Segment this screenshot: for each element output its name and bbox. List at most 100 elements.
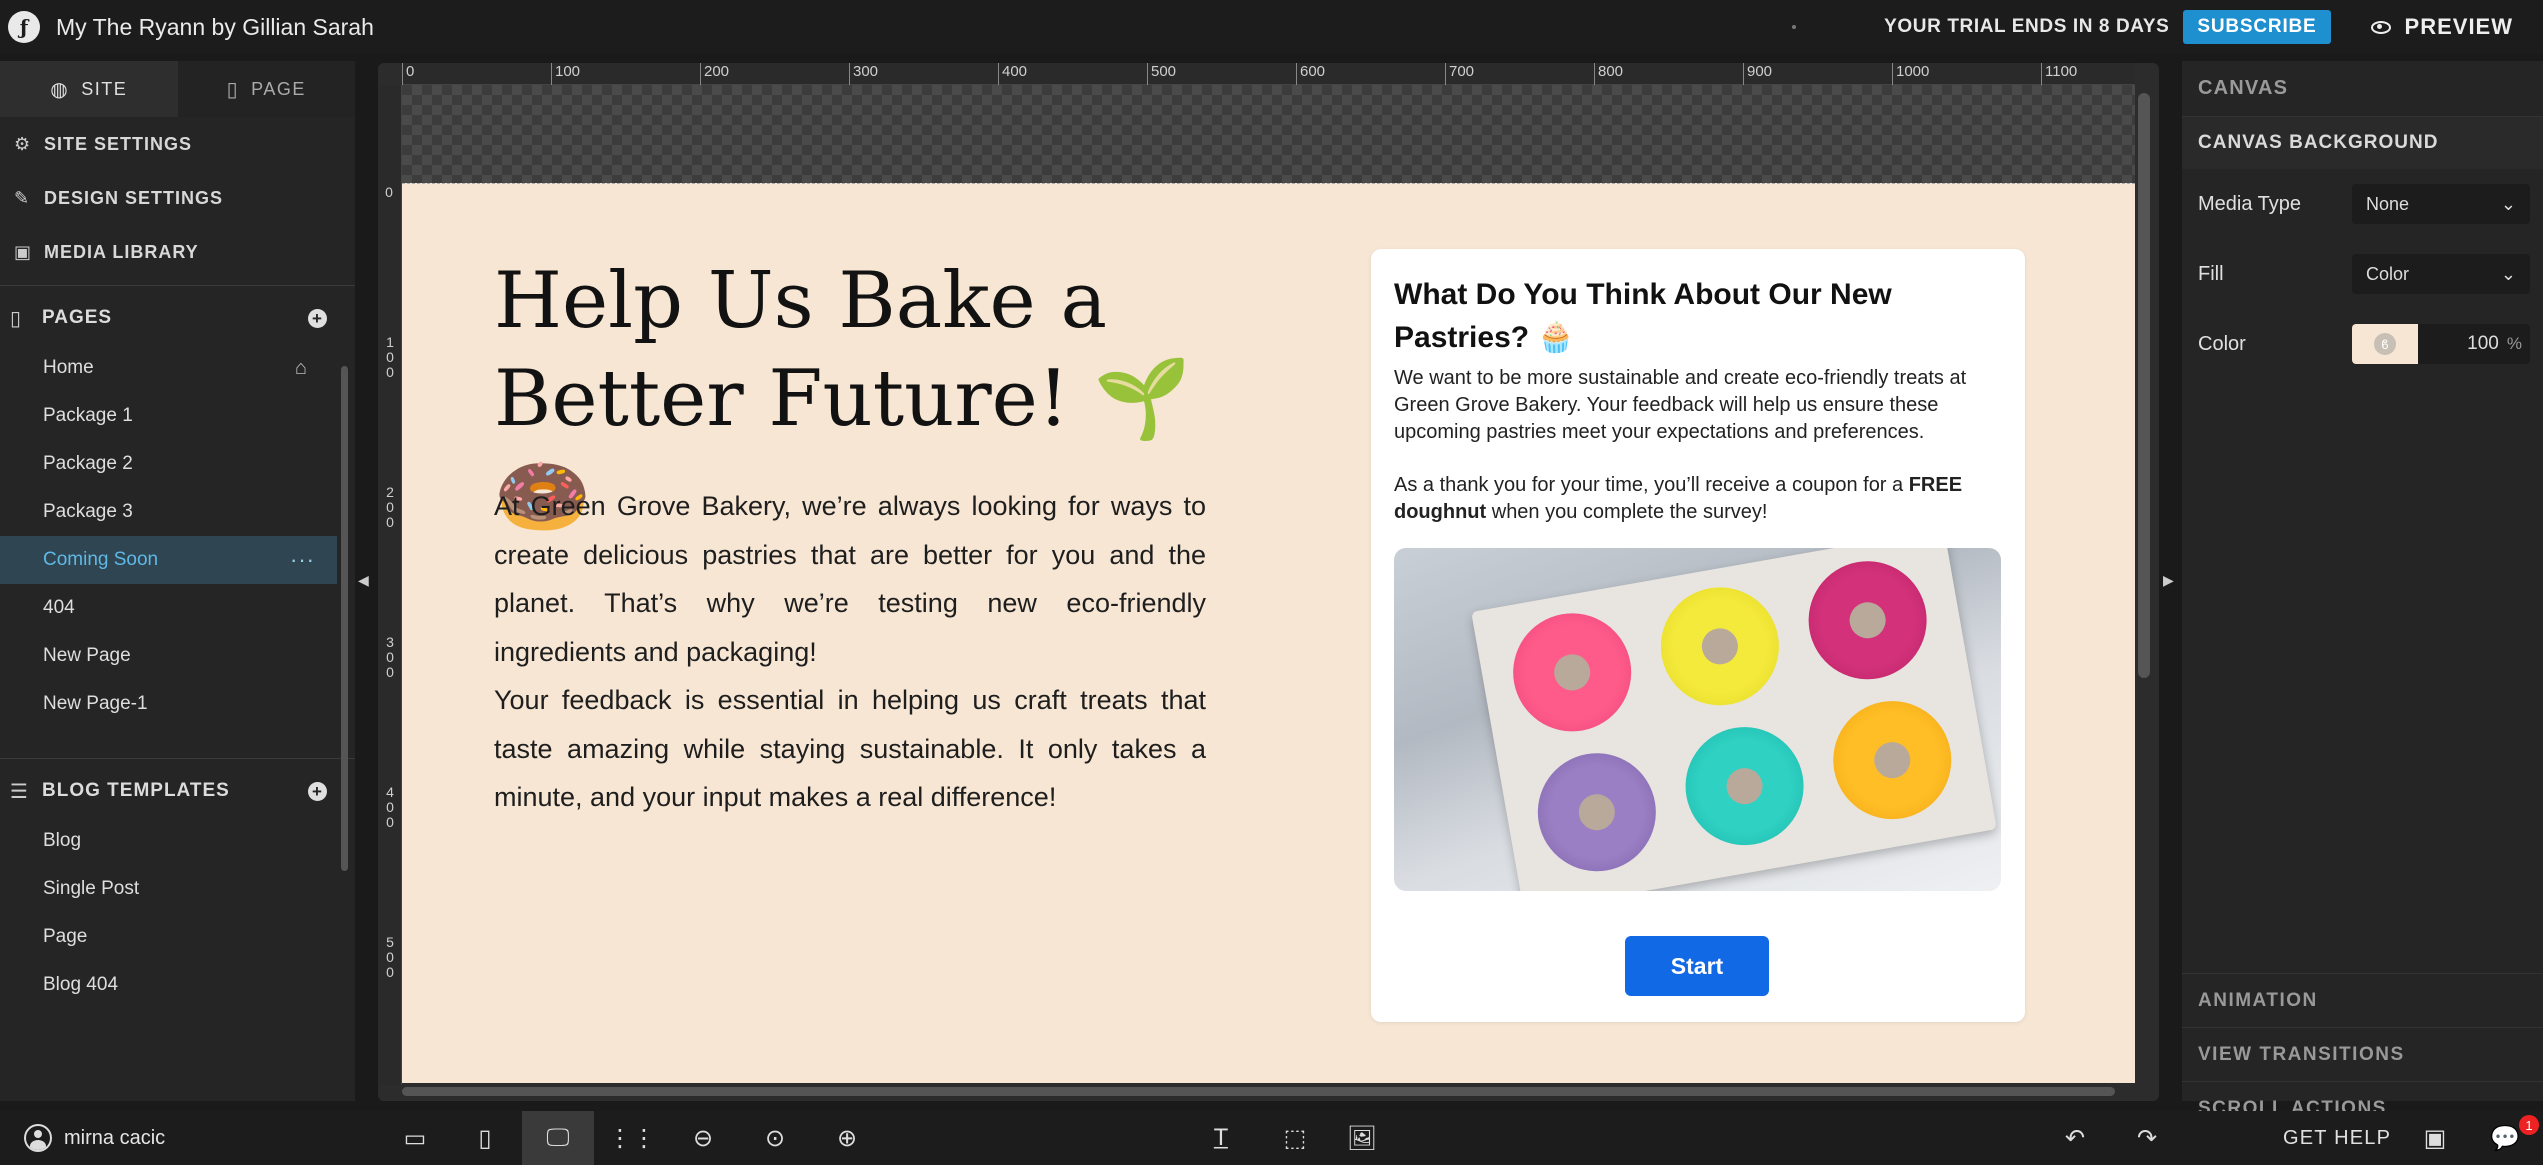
notification-badge: 1 — [2519, 1115, 2539, 1135]
sidebar-item-coming-soon[interactable]: Coming Soon ··· — [0, 536, 337, 584]
user-profile[interactable]: mirna cacic — [24, 1124, 165, 1152]
tab-page[interactable]: ▯ PAGE — [177, 61, 355, 117]
media-library-link[interactable]: ▣ MEDIA LIBRARY — [0, 225, 355, 279]
sidebar-item-blog-404[interactable]: Blog 404 — [0, 961, 355, 1009]
preview-button[interactable]: PREVIEW — [2370, 14, 2513, 40]
site-settings-link[interactable]: ⚙ SITE SETTINGS — [0, 117, 355, 171]
hero-paragraph-1: At Green Grove Bakery, we’re always look… — [494, 491, 1206, 667]
sidebar-item-blog[interactable]: Blog — [0, 817, 355, 865]
redo-icon[interactable]: ↷ — [2132, 1111, 2162, 1165]
undo-icon[interactable]: ↶ — [2060, 1111, 2090, 1165]
fill-select[interactable]: Color ⌄ — [2352, 254, 2530, 294]
color-swatch[interactable]: ϐ — [2352, 324, 2418, 364]
ruler-tick: 1100 — [2041, 63, 2077, 85]
sidebar-item-404[interactable]: 404 — [0, 584, 355, 632]
transparent-area — [402, 85, 2135, 183]
page-section[interactable]: Help Us Bake a Better Future! 🌱 🍩 At Gre… — [402, 183, 2135, 1083]
mobile-view-icon[interactable]: ▯ — [470, 1111, 500, 1165]
design-settings-label: DESIGN SETTINGS — [44, 187, 224, 208]
ruler-tick: 400 — [998, 63, 1027, 85]
help-docs-icon[interactable]: ▣ — [2420, 1111, 2450, 1165]
zoom-out-icon[interactable]: ⊖ — [688, 1111, 718, 1165]
sidebar-item-home[interactable]: Home ⌂ — [0, 344, 355, 392]
media-type-select[interactable]: None ⌄ — [2352, 184, 2530, 224]
top-bar: ƒ My The Ryann by Gillian Sarah YOUR TRI… — [0, 0, 2543, 54]
page-item-label: Package 3 — [43, 501, 133, 522]
ruler-tick: 500 — [386, 934, 394, 980]
survey-card[interactable]: What Do You Think About Our New Pastries… — [1371, 249, 2025, 1022]
color-picker[interactable]: ϐ 100 % — [2352, 324, 2530, 364]
donut-pink — [1503, 604, 1641, 741]
start-button[interactable]: Start — [1625, 936, 1769, 996]
hero-text[interactable]: At Green Grove Bakery, we’re always look… — [494, 482, 1206, 822]
card-text: when you complete the survey! — [1486, 501, 1768, 523]
ruler-tick: 100 — [551, 63, 580, 85]
pages-icon: ▯ — [10, 307, 23, 330]
desktop-tablet-view-icon[interactable]: ▭ — [395, 1111, 435, 1165]
gear-icon: ⚙ — [14, 133, 32, 154]
media-type-row: Media Type None ⌄ — [2182, 169, 2543, 239]
sidebar-item-new-page[interactable]: New Page — [0, 632, 355, 680]
blog-item-label: Blog 404 — [43, 974, 119, 995]
sidebar-scrollbar[interactable] — [341, 366, 348, 871]
hero-paragraph-2: Your feedback is essential in helping us… — [494, 685, 1206, 812]
sidebar-item-single-post[interactable]: Single Post — [0, 865, 355, 913]
add-page-icon[interactable]: + — [308, 308, 327, 328]
ruler-tick: 300 — [386, 634, 394, 680]
add-element-icon[interactable]: ⬚ — [1270, 1111, 1320, 1165]
collapse-left-icon[interactable]: ◀ — [358, 572, 369, 589]
more-options-icon[interactable]: ··· — [290, 547, 315, 573]
page-icon: ▯ — [226, 78, 240, 101]
sidebar-item-new-page-1[interactable]: New Page-1 — [0, 680, 355, 728]
add-image-icon[interactable]: 🖼 — [1344, 1111, 1380, 1165]
color-row: Color ϐ 100 % — [2182, 309, 2543, 379]
divider — [0, 758, 355, 759]
page-item-label: 404 — [43, 597, 75, 618]
zoom-reset-icon[interactable]: ⊙ — [760, 1111, 790, 1165]
ruler-vertical: 0 100 200 300 400 500 — [378, 85, 402, 1085]
site-title: My The Ryann by Gillian Sarah — [56, 13, 374, 40]
subscribe-button[interactable]: SUBSCRIBE — [2183, 10, 2331, 44]
zoom-in-icon[interactable]: ⊕ — [832, 1111, 862, 1165]
design-settings-link[interactable]: ✎ DESIGN SETTINGS — [0, 171, 355, 225]
desktop-view-icon[interactable]: 🖵 — [522, 1111, 594, 1165]
donut-box — [1471, 548, 1997, 891]
donut-orange — [1823, 691, 1961, 829]
donuts-image[interactable] — [1394, 548, 2001, 891]
fill-row: Fill Color ⌄ — [2182, 239, 2543, 309]
card-paragraph-2: As a thank you for your time, you’ll rec… — [1394, 472, 2004, 526]
chat-icon[interactable]: 💬 — [2490, 1111, 2520, 1165]
canvas-horizontal-scrollbar[interactable] — [402, 1087, 2115, 1096]
sidebar-item-package-2[interactable]: Package 2 — [0, 440, 355, 488]
ruler-tick: 400 — [386, 784, 394, 830]
grid-icon[interactable]: ⋮⋮ — [608, 1111, 656, 1165]
donut-magenta — [1799, 551, 1936, 689]
view-transitions-section[interactable]: VIEW TRANSITIONS — [2182, 1027, 2543, 1081]
canvas-section-header[interactable]: CANVAS — [2182, 61, 2543, 117]
collapse-right-icon[interactable]: ▶ — [2163, 572, 2174, 589]
get-help-link[interactable]: GET HELP — [2283, 1111, 2391, 1165]
color-dropper-icon: ϐ — [2374, 333, 2396, 355]
sidebar-item-package-1[interactable]: Package 1 — [0, 392, 355, 440]
chevron-down-icon: ⌄ — [2500, 193, 2516, 214]
donut-purple — [1528, 743, 1666, 881]
image-icon: ▣ — [14, 241, 33, 262]
donut-yellow — [1651, 577, 1789, 715]
donut-teal — [1676, 717, 1813, 855]
pages-header: ▯ PAGES + — [0, 292, 355, 344]
animation-section[interactable]: ANIMATION — [2182, 973, 2543, 1027]
tab-site[interactable]: ◍ SITE — [0, 61, 178, 117]
canvas-vertical-scrollbar[interactable] — [2138, 93, 2150, 678]
tab-page-label: PAGE — [251, 78, 306, 99]
blog-templates-header: ☰ BLOG TEMPLATES + — [0, 765, 355, 817]
ruler-tick: 100 — [386, 334, 394, 380]
opacity-input[interactable]: 100 — [2418, 333, 2507, 355]
sidebar-item-package-3[interactable]: Package 3 — [0, 488, 355, 536]
blog-item-label: Single Post — [43, 878, 140, 899]
chevron-down-icon: ⌄ — [2500, 263, 2516, 284]
app-logo-icon[interactable]: ƒ — [8, 11, 40, 43]
ruler-tick: 800 — [1594, 63, 1623, 85]
sidebar-item-page[interactable]: Page — [0, 913, 355, 961]
add-text-icon[interactable]: T̲ — [1196, 1111, 1246, 1165]
add-blog-template-icon[interactable]: + — [308, 781, 327, 801]
